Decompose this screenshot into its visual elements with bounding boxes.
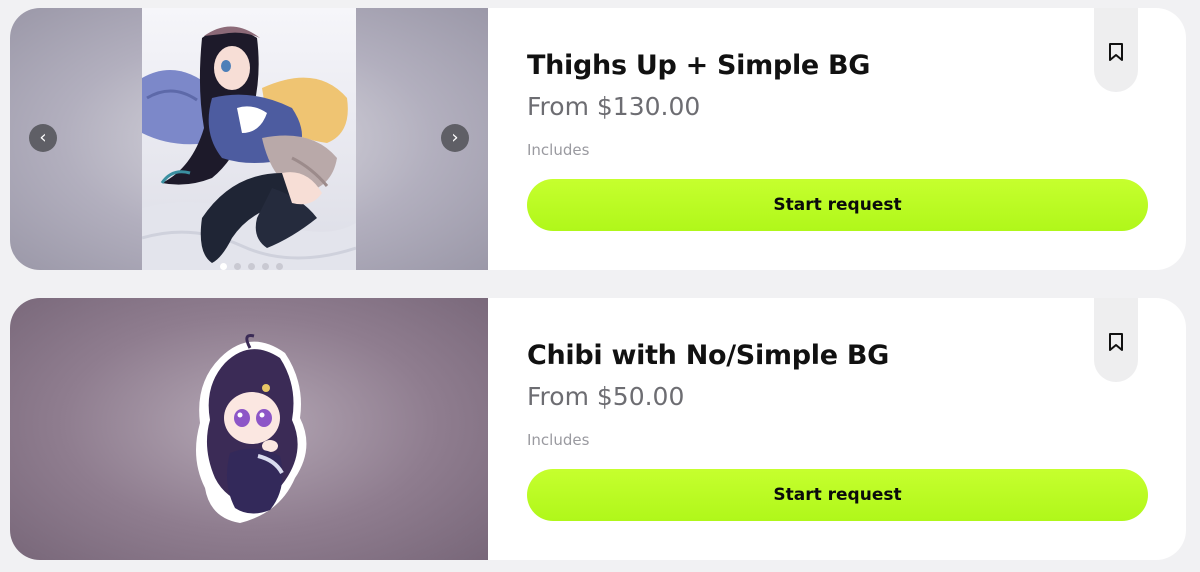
card-price: From $130.00 <box>527 92 701 121</box>
chevron-left-icon: ‹ <box>39 127 47 148</box>
bookmark-button[interactable] <box>1094 298 1138 382</box>
commission-card: ‹ › Thighs Up + Simple BG From $130.00 I… <box>10 8 1186 270</box>
carousel-dot[interactable] <box>276 263 283 270</box>
artwork-image[interactable] <box>142 8 356 270</box>
carousel-dot[interactable] <box>234 263 241 270</box>
includes-label: Includes <box>527 431 590 449</box>
carousel-pagination <box>220 263 283 270</box>
carousel-dot[interactable] <box>248 263 255 270</box>
includes-label: Includes <box>527 141 590 159</box>
start-request-button[interactable]: Start request <box>527 179 1148 231</box>
bookmark-icon <box>1109 43 1123 61</box>
carousel-dot[interactable] <box>262 263 269 270</box>
card-media-carousel: ‹ › <box>10 8 488 270</box>
commission-card: Chibi with No/Simple BG From $50.00 Incl… <box>10 298 1186 560</box>
chibi-artwork-image[interactable] <box>180 328 320 528</box>
start-request-button[interactable]: Start request <box>527 469 1148 521</box>
carousel-prev-button[interactable]: ‹ <box>29 124 57 152</box>
card-title: Thighs Up + Simple BG <box>527 50 871 81</box>
carousel-next-button[interactable]: › <box>441 124 469 152</box>
card-media <box>10 298 488 560</box>
card-price: From $50.00 <box>527 382 685 411</box>
bookmark-button[interactable] <box>1094 8 1138 92</box>
carousel-dot[interactable] <box>220 263 227 270</box>
card-title: Chibi with No/Simple BG <box>527 340 889 371</box>
bookmark-icon <box>1109 333 1123 351</box>
chevron-right-icon: › <box>451 127 459 148</box>
